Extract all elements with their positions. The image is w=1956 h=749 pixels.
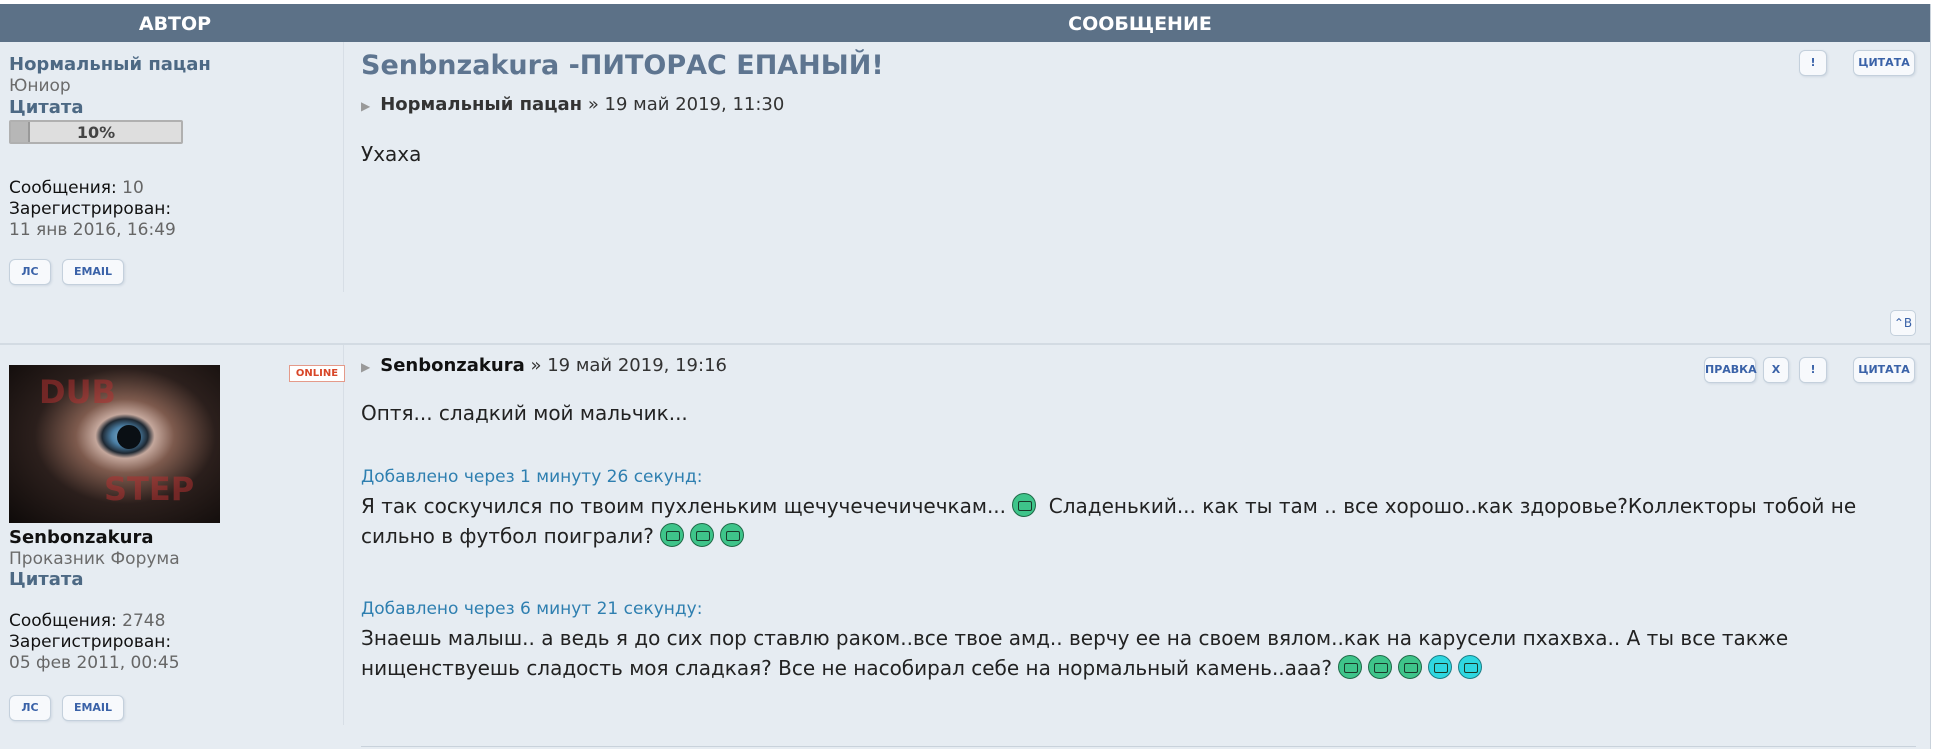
meta-date: » 19 май 2019, 19:16	[530, 355, 727, 376]
post-arrow-icon[interactable]: ▶	[361, 360, 370, 374]
avatar-eye-icon	[117, 425, 141, 449]
quote-button[interactable]: ЦИТАТА	[1853, 357, 1915, 383]
message-column-header: СООБЩЕНИЕ	[1068, 13, 1212, 35]
sad-smiley-icon	[1458, 655, 1483, 679]
quote-button[interactable]: ЦИТАТА	[1853, 50, 1915, 76]
avatar: DUB STEP	[9, 365, 220, 523]
avatar-text: STEP	[104, 470, 195, 508]
smiley-icon	[660, 523, 685, 547]
post-title: Senbnzakura -ПИТОРАС ЕПАНЫЙ!	[361, 50, 884, 81]
author-rank: Юниор	[9, 76, 71, 96]
added-later-label: Добавлено через 6 минут 21 секунду:	[361, 599, 703, 619]
reputation-progress-bar: 10%	[9, 120, 183, 144]
sad-smiley-icon	[1428, 655, 1453, 679]
edit-button[interactable]: ПРАВКА	[1704, 357, 1757, 383]
post-author-name[interactable]: Нормальный пацан	[9, 54, 211, 75]
post-1: Нормальный пацан Юниор Цитата 10% Сообще…	[0, 42, 1930, 344]
pm-button[interactable]: ЛС	[9, 695, 51, 721]
registered-label: Зарегистрирован:	[9, 632, 172, 652]
added-later-label: Добавлено через 1 минуту 26 секунд:	[361, 467, 703, 487]
online-badge: ONLINE	[289, 365, 345, 382]
table-header: АВТОР СООБЩЕНИЕ	[0, 4, 1930, 42]
author-rank: Проказник Форума	[9, 549, 180, 569]
messages-value: 2748	[122, 611, 166, 631]
body-text: Я так соскучился по твоим пухленьким щеч…	[361, 494, 1007, 518]
messages-count: Сообщения: 2748	[9, 611, 165, 631]
smiley-icon	[690, 523, 715, 547]
pm-button[interactable]: ЛС	[9, 259, 51, 285]
post-bottom-divider	[361, 746, 1916, 747]
email-button[interactable]: EMAIL	[62, 695, 124, 721]
column-divider	[343, 42, 344, 292]
messages-count: Сообщения: 10	[9, 178, 144, 198]
author-cite-link[interactable]: Цитата	[9, 97, 83, 118]
registered-value: 05 фев 2011, 00:45	[9, 653, 180, 673]
back-to-top-icon[interactable]: ⌃B	[1890, 310, 1916, 336]
column-divider	[343, 345, 344, 725]
body-text: Знаешь малыш.. а ведь я до сих пор ставл…	[361, 626, 1789, 680]
post-meta: ▶ Senbonzakura » 19 май 2019, 19:16	[361, 355, 727, 376]
messages-label: Сообщения:	[9, 611, 117, 631]
progress-text: 10%	[76, 123, 116, 142]
author-cite-link[interactable]: Цитата	[9, 569, 83, 590]
email-button[interactable]: EMAIL	[62, 259, 124, 285]
avatar-text: DUB	[39, 373, 116, 411]
post-body-paragraph: Знаешь малыш.. а ведь я до сих пор ставл…	[361, 623, 1901, 683]
meta-date: » 19 май 2019, 11:30	[587, 94, 785, 115]
registered-value: 11 янв 2016, 16:49	[9, 220, 176, 240]
post-body-paragraph: Я так соскучился по твоим пухленьким щеч…	[361, 491, 1901, 551]
post-body-line: Оптя... сладкий мой мальчик...	[361, 401, 688, 425]
post-body: Ухаха	[361, 142, 422, 166]
post-author-name[interactable]: Senbonzakura	[9, 527, 153, 548]
registered-label: Зарегистрирован:	[9, 199, 172, 219]
messages-label: Сообщения:	[9, 178, 117, 198]
meta-author[interactable]: Senbonzakura	[380, 355, 524, 376]
report-button[interactable]: !	[1799, 357, 1827, 383]
smiley-icon	[1338, 655, 1363, 679]
report-button[interactable]: !	[1799, 50, 1827, 76]
author-column-header: АВТОР	[138, 13, 212, 35]
smiley-icon	[1012, 493, 1037, 517]
delete-button[interactable]: X	[1763, 357, 1789, 383]
post-meta: ▶ Нормальный пацан » 19 май 2019, 11:30	[361, 94, 784, 115]
smiley-icon	[1368, 655, 1393, 679]
post-arrow-icon[interactable]: ▶	[361, 99, 370, 113]
smiley-icon	[1398, 655, 1423, 679]
meta-author[interactable]: Нормальный пацан	[380, 94, 582, 115]
post-2: DUB STEP ONLINE Senbonzakura Проказник Ф…	[0, 345, 1930, 749]
smiley-icon	[720, 523, 745, 547]
messages-value: 10	[122, 178, 144, 198]
